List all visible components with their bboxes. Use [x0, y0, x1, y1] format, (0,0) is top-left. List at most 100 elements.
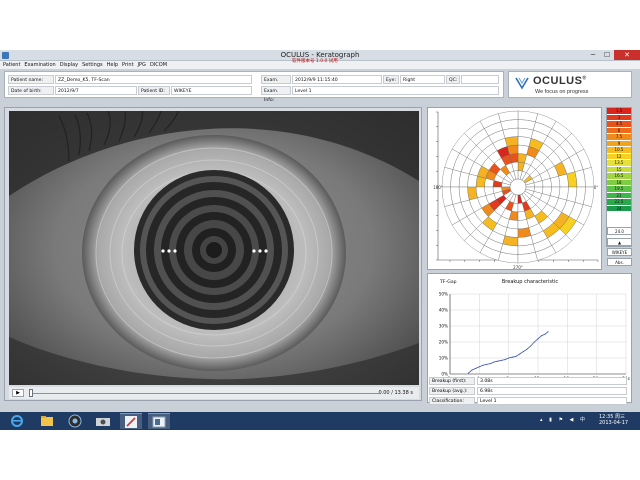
map-sector — [558, 186, 569, 201]
menu-examination[interactable]: Examination — [22, 61, 57, 69]
chart-point — [533, 341, 535, 343]
eye-video-frame — [9, 111, 419, 385]
chart-y-tick: 50% — [439, 292, 448, 297]
breakup-map-panel: 90° 180° 0° 270° — [427, 104, 602, 270]
chart-point — [486, 363, 488, 365]
playback-bar: ▶ 0.00 / 13.38 s — [9, 387, 419, 399]
chart-point — [482, 364, 484, 366]
chart-title: Breakup characteristic — [502, 279, 558, 285]
chart-point — [467, 372, 469, 374]
classification-label: Classification: — [429, 397, 475, 405]
tray-network-icon[interactable]: ▮ — [549, 417, 552, 423]
chart-y-tick: 30% — [439, 324, 448, 329]
menu-settings[interactable]: Settings — [80, 61, 105, 69]
exam-date-row: Exam. date: 2012/9/9 11:15:40 Eye: Right… — [261, 75, 501, 92]
system-tray: ▴ ▮ ⚑ ◀ 中 — [540, 416, 585, 423]
abs-button[interactable]: Abs. — [607, 258, 632, 266]
menu-display[interactable]: Display — [58, 61, 80, 69]
chart-point — [497, 360, 499, 362]
breakup-avg-label: Breakup (avg.): — [429, 387, 475, 395]
chart-point — [511, 356, 513, 358]
file-explorer-icon[interactable] — [36, 413, 58, 429]
chart-point — [475, 367, 477, 369]
camera-app-icon[interactable] — [92, 413, 114, 429]
chart-point — [504, 359, 506, 361]
exam-info-row: Exam. Info: Level 1 — [261, 86, 501, 103]
chart-point — [541, 335, 543, 337]
patient-id-value: WIKEYE — [171, 86, 252, 95]
menu-patient[interactable]: Patient — [0, 61, 22, 69]
eye-value: Right — [400, 75, 445, 84]
legend-readout: 24.0 — [607, 227, 632, 235]
eye-label: Eye: — [383, 75, 399, 84]
map-center — [509, 178, 527, 196]
legend-cell: 24 — [607, 205, 631, 212]
close-button[interactable]: ✕ — [614, 50, 640, 60]
chart-point — [544, 333, 546, 335]
map-axis-label: 0° — [594, 185, 599, 190]
color-legend: 1.5 3 4.5 6 7.5 9 10.5 12 13.5 15 16.5 18 19.5 21 22.5… — [606, 107, 632, 247]
map-sector — [517, 136, 532, 147]
media-player-icon[interactable] — [64, 413, 86, 429]
patient-id-button[interactable]: WIKEYE — [607, 248, 632, 256]
chart-point — [515, 355, 517, 357]
play-button[interactable]: ▶ — [12, 389, 24, 397]
taskbar-clock[interactable]: 12:35 周三 2013-04-17 — [599, 414, 628, 426]
breakup-avg-value: 6.98s — [477, 387, 627, 395]
classification-value: Level 1 — [477, 397, 627, 405]
qc-label: QC: — [446, 75, 460, 84]
dob-value: 2012/9/7 — [55, 86, 137, 95]
chart-y-tick: 40% — [439, 308, 448, 313]
maximize-button[interactable]: ☐ — [600, 50, 614, 60]
logo-tagline: We focus on progress — [535, 89, 589, 95]
chart-y-tick: 10% — [439, 356, 448, 361]
minimize-button[interactable]: ─ — [586, 50, 600, 60]
map-sector — [504, 227, 519, 238]
map-axis-label: 90° — [514, 108, 521, 109]
version-note: 软件版本号 1.0.0 试用 — [292, 59, 338, 64]
chart-ylabel: TF-Gap — [439, 279, 457, 285]
windows-taskbar: ▴ ▮ ⚑ ◀ 中 12:35 周三 2013-04-17 — [0, 412, 640, 430]
playback-slider-handle[interactable] — [29, 389, 33, 397]
patient-id-label: Patient ID: — [138, 86, 170, 95]
exam-info-value: Level 1 — [292, 86, 499, 95]
chart-point — [519, 353, 521, 355]
tray-ime-icon[interactable]: 中 — [580, 417, 585, 423]
tray-volume-icon[interactable]: ◀ — [570, 417, 574, 423]
exam-info-label: Exam. Info: — [261, 86, 291, 103]
chart-point — [500, 359, 502, 361]
internet-explorer-icon[interactable] — [6, 413, 28, 429]
paint-app-icon[interactable] — [120, 413, 142, 429]
qc-value — [461, 75, 499, 84]
patient-dob-row: Date of birth: 2012/9/7 Patient ID: WIKE… — [8, 86, 253, 95]
breakup-first-label: Breakup (first): — [429, 377, 475, 385]
exam-date-value: 2012/9/9 11:15:40 — [292, 75, 382, 84]
map-sector — [467, 173, 478, 188]
clock-date: 2013-04-17 — [599, 420, 629, 426]
chart-point — [471, 369, 473, 371]
screen: OCULUS - Keratograph ─ ☐ ✕ 软件版本号 1.0.0 试… — [0, 0, 640, 480]
menu-print[interactable]: Print — [120, 61, 136, 69]
dob-label: Date of birth: — [8, 86, 54, 95]
video-panel: ▶ 0.00 / 13.38 s — [4, 107, 422, 401]
patient-name-row: Patient name: ZZ_Demo_K5, TF-Scan — [8, 75, 253, 84]
patient-name-value: ZZ_Demo_K5, TF-Scan — [55, 75, 252, 84]
menu-help[interactable]: Help — [105, 61, 120, 69]
playback-slider-track[interactable] — [31, 393, 379, 394]
patient-info-panel: Patient name: ZZ_Demo_K5, TF-Scan Date o… — [4, 71, 504, 103]
oculus-logo: OCULUS® We focus on progress — [508, 71, 632, 98]
menu-jpg[interactable]: JPG — [136, 61, 148, 69]
tray-flag-icon[interactable]: ⚑ — [558, 417, 562, 423]
chart-point — [522, 351, 524, 353]
scale-up-button[interactable]: ▲ — [607, 238, 632, 246]
oculus-logo-icon — [515, 77, 529, 90]
logo-brand: OCULUS® — [533, 75, 587, 87]
chart-series-line — [468, 331, 549, 374]
eye-image — [9, 111, 419, 385]
menu-dicom[interactable]: DICOM — [148, 61, 169, 69]
keratograph-taskbar-icon[interactable] — [148, 413, 170, 429]
tray-arrow-icon[interactable]: ▴ — [540, 417, 543, 423]
map-axis-label: 270° — [513, 265, 523, 270]
chart-point — [478, 366, 480, 368]
chart-point — [526, 348, 528, 350]
